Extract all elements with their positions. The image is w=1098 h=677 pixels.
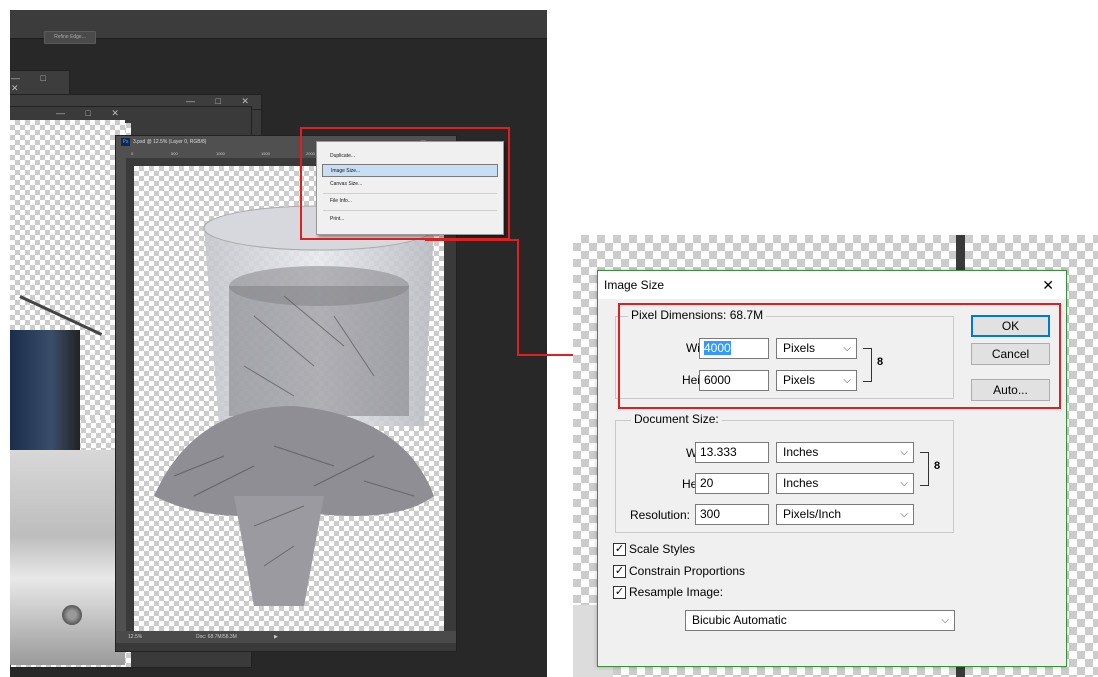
- status-arrow-icon[interactable]: ▶: [274, 631, 278, 643]
- screw: [62, 605, 82, 625]
- chevron-down-icon: ⌵: [900, 509, 908, 520]
- doc-width-input[interactable]: 13.333: [695, 442, 769, 463]
- photoshop-logo-icon: Ps: [121, 137, 130, 146]
- chevron-down-icon: ⌵: [900, 478, 908, 489]
- resolution-label: Resolution:: [629, 508, 690, 522]
- doc-height-unit: Inches: [783, 476, 819, 490]
- resample-method-select[interactable]: Bicubic Automatic ⌵: [685, 610, 955, 631]
- doc-height-input[interactable]: 20: [695, 473, 769, 494]
- chevron-down-icon: ⌵: [941, 615, 949, 626]
- resolution-unit: Pixels/Inch: [783, 507, 842, 521]
- doc-height-unit-select[interactable]: Inches ⌵: [776, 473, 914, 494]
- ruler-tick: 500: [171, 151, 178, 156]
- ruler-tick: 1000: [216, 151, 225, 156]
- background-photo: [10, 120, 125, 665]
- constrain-proportions-label[interactable]: Constrain Proportions: [629, 564, 745, 578]
- menu-highlight-box: [300, 127, 510, 240]
- close-icon[interactable]: ✕: [1042, 271, 1054, 299]
- chain-link-icon: 8: [934, 460, 941, 472]
- scale-styles-checkbox[interactable]: ✓: [613, 543, 626, 556]
- resample-image-label[interactable]: Resample Image:: [629, 585, 723, 599]
- resolution-input[interactable]: 300: [695, 504, 769, 525]
- constrain-proportions-checkbox[interactable]: ✓: [613, 565, 626, 578]
- ruler-tick: 0: [131, 151, 134, 156]
- image-size-dialog: Image Size ✕ Pixel Dimensions: 68.7M Wid…: [597, 270, 1067, 667]
- dialog-titlebar[interactable]: Image Size ✕: [598, 271, 1066, 299]
- doc-width-unit-select[interactable]: Inches ⌵: [776, 442, 914, 463]
- chevron-down-icon: ⌵: [900, 447, 908, 458]
- doc-link-bracket: [920, 452, 929, 486]
- window-controls[interactable]: — □ ✕: [56, 108, 128, 119]
- photoshop-screenshot: Refine Edge... — □ ✕ — □ ✕ — □ ✕ Ps 3.psd…: [10, 10, 547, 677]
- doc-width-unit: Inches: [783, 445, 819, 459]
- zoom-level[interactable]: 12.5%: [128, 631, 142, 643]
- window-controls[interactable]: — □ ✕: [11, 73, 69, 94]
- refine-edge-button[interactable]: Refine Edge...: [44, 31, 96, 44]
- vertical-ruler: [116, 149, 126, 631]
- doc-size-info[interactable]: Doc: 68.7M/58.3M: [196, 631, 237, 643]
- resample-method-value: Bicubic Automatic: [692, 613, 787, 627]
- resolution-unit-select[interactable]: Pixels/Inch ⌵: [776, 504, 914, 525]
- pixel-dimensions-highlight-box: [618, 303, 1061, 409]
- resample-image-checkbox[interactable]: ✓: [613, 586, 626, 599]
- ruler-tick: 1500: [261, 151, 270, 156]
- document-title: 3.psd @ 12.5% (Layer 0, RGB/8): [133, 139, 207, 145]
- white-object: [10, 450, 125, 665]
- scale-styles-label[interactable]: Scale Styles: [629, 542, 695, 556]
- status-bar: 12.5% Doc: 68.7M/58.3M ▶: [116, 631, 456, 643]
- blue-object: [10, 330, 80, 450]
- document-size-legend: Document Size:: [631, 412, 722, 426]
- dialog-title: Image Size: [604, 278, 665, 292]
